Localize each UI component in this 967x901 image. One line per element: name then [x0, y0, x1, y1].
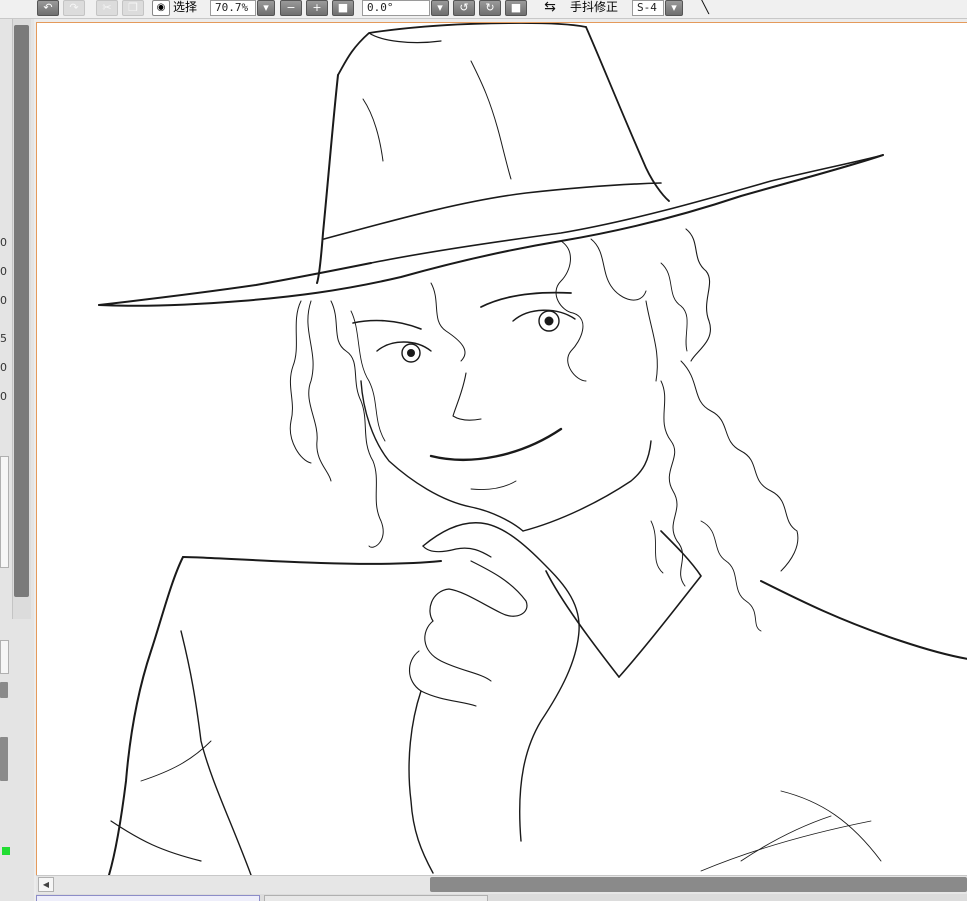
panel-list-box[interactable] [0, 456, 9, 568]
panel-value: 0 [0, 390, 7, 403]
redo-icon: ↷ [69, 1, 79, 14]
reset-rotation-icon: ■ [510, 1, 522, 14]
select-label: 选择 [173, 0, 198, 14]
rotate-left-icon: ↺ [459, 1, 469, 14]
panel-value: 0 [0, 236, 7, 249]
panel-input-box[interactable] [0, 640, 9, 674]
undo-icon: ↶ [43, 1, 53, 14]
panel-value: 5 [0, 332, 7, 345]
flip-icon: ⇆ [544, 0, 556, 15]
line-art-drawing [98, 23, 967, 875]
zoom-out-button[interactable]: − [280, 0, 302, 16]
zoom-dropdown-button[interactable]: ▾ [257, 0, 275, 16]
cut-button[interactable]: ✂ [96, 0, 118, 16]
document-tab-active[interactable] [36, 895, 260, 901]
panel-value: 0 [0, 265, 7, 278]
redo-button[interactable]: ↷ [63, 0, 85, 16]
panel-slider[interactable] [0, 682, 8, 698]
copy-button[interactable]: ❐ [122, 0, 144, 16]
rotation-dropdown-button[interactable]: ▾ [431, 0, 449, 16]
fit-icon: ■ [337, 1, 349, 14]
copy-icon: ❐ [128, 1, 138, 14]
cut-icon: ✂ [102, 1, 112, 14]
chevron-left-icon: ◀ [42, 880, 50, 889]
eye-icon: ◉ [156, 2, 166, 13]
left-panel-scrollbar[interactable] [12, 19, 31, 619]
horizontal-scroll-thumb[interactable] [430, 877, 967, 892]
rotate-left-button[interactable]: ↺ [453, 0, 475, 16]
fit-view-button[interactable]: ■ [332, 0, 354, 16]
document-tabs [36, 894, 967, 901]
undo-button[interactable]: ↶ [37, 0, 59, 16]
flip-button[interactable]: ⇆ [538, 0, 562, 16]
zoom-input[interactable]: 70.7% [210, 0, 256, 16]
left-panel: 0 0 0 5 0 0 [0, 19, 34, 901]
chevron-down-icon: ▾ [437, 1, 443, 14]
horizontal-scrollbar[interactable]: ◀ [36, 875, 967, 894]
stabilizer-dropdown-button[interactable]: ▾ [665, 0, 683, 16]
panel-value: 0 [0, 294, 7, 307]
drawing-canvas[interactable] [36, 22, 967, 875]
scroll-left-button[interactable]: ◀ [38, 877, 54, 892]
pen-icon: ╲ [701, 0, 709, 15]
document-tab[interactable] [264, 895, 488, 901]
top-toolbar: ↶ ↷ ✂ ❐ ◉ 选择 70.7% ▾ − + ■ 0.0° ▾ ↺ ↻ ■ … [0, 0, 967, 19]
pen-tool-button[interactable]: ╲ [694, 0, 716, 16]
zoom-out-icon: − [286, 1, 296, 14]
panel-value: 0 [0, 361, 7, 374]
zoom-in-button[interactable]: + [306, 0, 328, 16]
panel-slider[interactable] [0, 737, 8, 781]
chevron-down-icon: ▾ [671, 1, 677, 14]
view-toggle-button[interactable]: ◉ [152, 0, 170, 16]
reset-rotation-button[interactable]: ■ [505, 0, 527, 16]
left-panel-scroll-thumb[interactable] [14, 25, 29, 597]
status-indicator [2, 847, 10, 855]
chevron-down-icon: ▾ [263, 1, 269, 14]
rotate-right-icon: ↻ [485, 1, 495, 14]
rotation-input[interactable]: 0.0° [362, 0, 430, 16]
zoom-in-icon: + [312, 1, 322, 14]
stabilizer-label: 手抖修正 [570, 0, 619, 14]
rotate-right-button[interactable]: ↻ [479, 0, 501, 16]
stabilizer-input[interactable]: S-4 [632, 0, 664, 16]
